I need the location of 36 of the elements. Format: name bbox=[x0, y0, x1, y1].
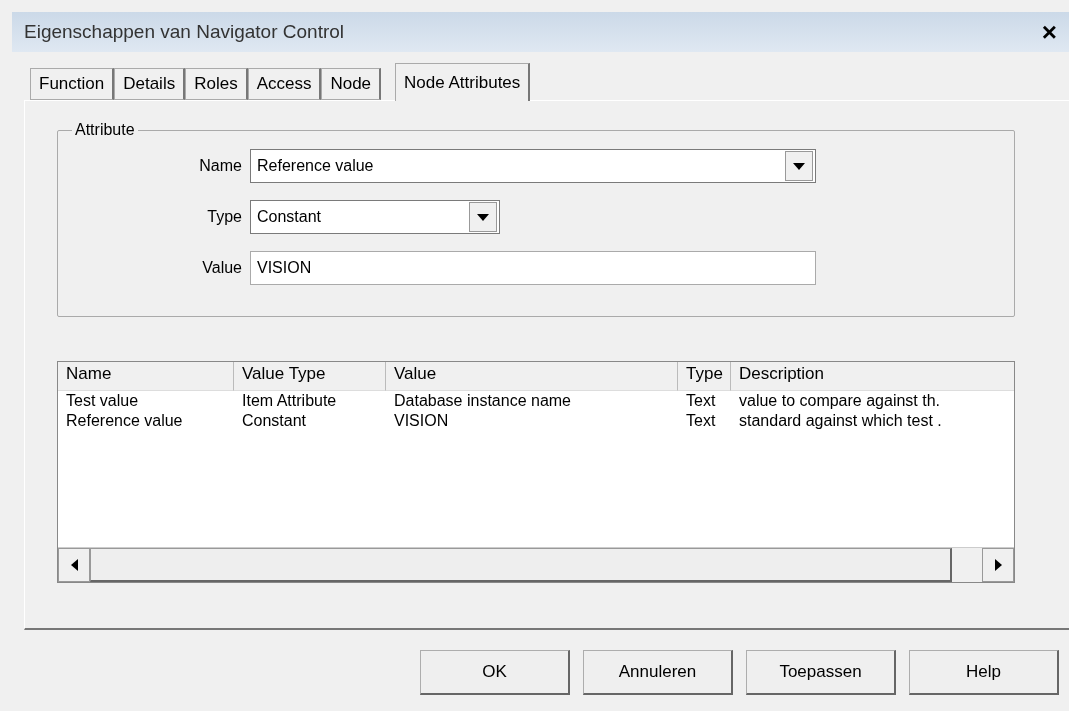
table-cell-text: Text bbox=[685, 391, 717, 411]
field-label: Name bbox=[198, 157, 242, 175]
tab[interactable]: Node bbox=[321, 68, 382, 100]
dialog-button[interactable]: Help bbox=[909, 650, 1059, 695]
column-header[interactable]: Value bbox=[386, 362, 678, 391]
dropdown-field[interactable]: Reference value bbox=[250, 149, 816, 183]
dialog-button[interactable]: Toepassen bbox=[746, 650, 896, 695]
tab[interactable]: Function bbox=[30, 68, 115, 100]
table-cell-text: VISION bbox=[393, 411, 450, 431]
table-cell-text: Constant bbox=[241, 411, 308, 431]
table-cell-text: Text bbox=[685, 411, 717, 431]
scroll-right-icon[interactable] bbox=[982, 548, 1014, 582]
table-cell-text: value to compare against th. bbox=[738, 391, 941, 411]
group-label: Attribute bbox=[74, 121, 136, 139]
table-cell-text: Test value bbox=[65, 391, 140, 411]
tab[interactable]: Roles bbox=[185, 68, 248, 100]
tab[interactable]: Access bbox=[247, 68, 322, 100]
column-header[interactable]: Name bbox=[58, 362, 234, 391]
field-label: Value bbox=[201, 259, 242, 277]
dialog-button[interactable]: Annuleren bbox=[583, 650, 733, 695]
input-field[interactable]: VISION bbox=[250, 251, 816, 285]
column-header[interactable]: Value Type bbox=[234, 362, 386, 391]
table-cell-text: Database instance name bbox=[393, 391, 572, 411]
dialog-button[interactable]: OK bbox=[420, 650, 570, 695]
tab[interactable]: Details bbox=[114, 68, 186, 100]
table-cell-text: Item Attribute bbox=[241, 391, 338, 411]
field-label: Type bbox=[206, 208, 242, 226]
close-button[interactable]: × bbox=[1037, 19, 1061, 45]
dropdown-field[interactable]: Constant bbox=[250, 200, 500, 234]
table-cell-text: standard against which test . bbox=[738, 411, 943, 431]
column-header[interactable]: Type bbox=[678, 362, 731, 391]
table-cell-text: Reference value bbox=[65, 411, 184, 431]
column-header[interactable]: Description bbox=[731, 362, 1014, 391]
tab[interactable]: Node Attributes bbox=[395, 63, 531, 101]
scroll-left-icon[interactable] bbox=[58, 548, 90, 582]
window-title: Eigenschappen van Navigator Control bbox=[24, 21, 345, 43]
